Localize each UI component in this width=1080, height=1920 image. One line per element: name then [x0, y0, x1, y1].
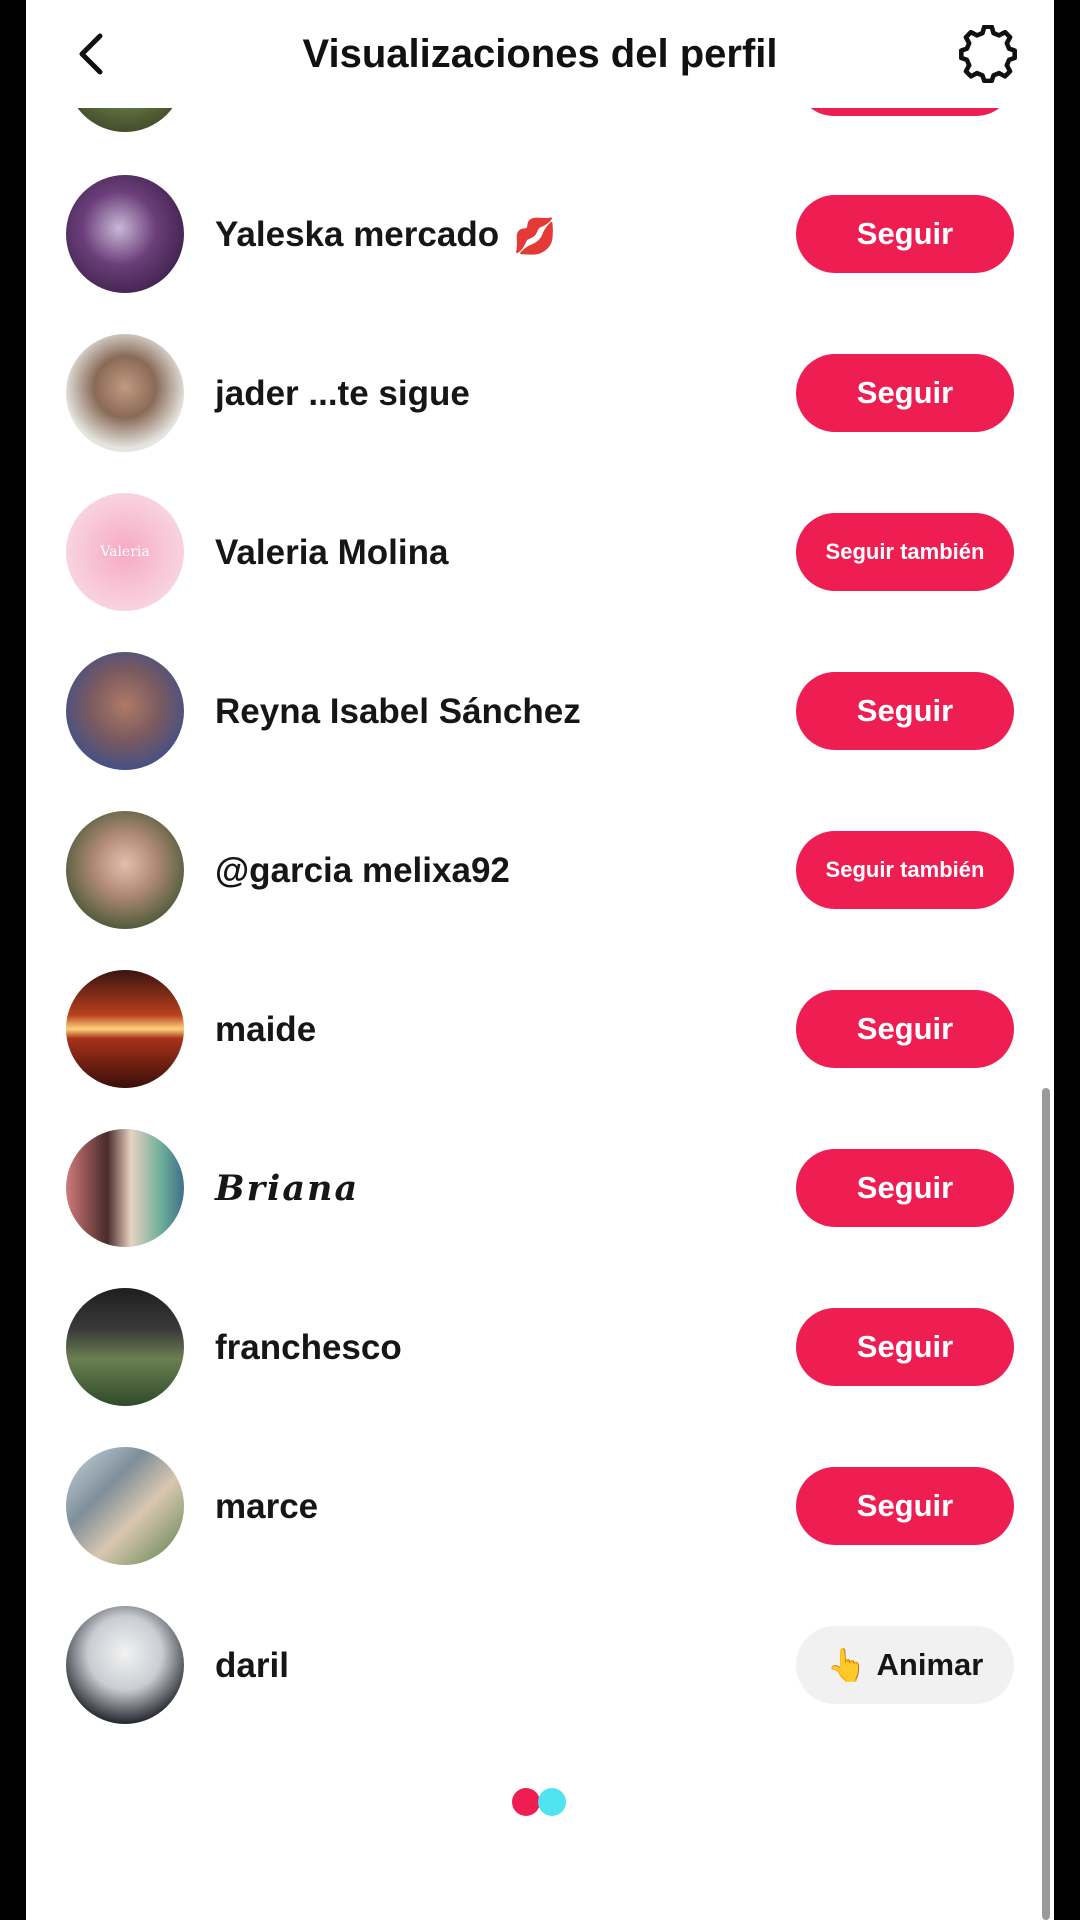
username[interactable]: Valeria Molina	[215, 525, 448, 581]
list-item[interactable]: franchesco Seguir	[26, 1268, 1054, 1427]
username[interactable]: daril	[215, 1638, 289, 1694]
avatar[interactable]	[66, 811, 184, 929]
settings-button[interactable]	[958, 24, 1018, 84]
username[interactable]: marce	[215, 1479, 318, 1535]
follow-button[interactable]: Seguir	[796, 1467, 1014, 1545]
username[interactable]: Briana	[215, 1161, 359, 1217]
list-item[interactable]: Briana Seguir	[26, 1109, 1054, 1268]
header: Visualizaciones del perfil	[26, 0, 1054, 108]
username[interactable]: @garcia melixa92	[215, 843, 510, 899]
profile-views-screen: Visualizaciones del perfil Yaleska merca…	[26, 0, 1054, 1920]
follow-button[interactable]: Seguir	[796, 1149, 1014, 1227]
avatar[interactable]	[66, 970, 184, 1088]
follow-button[interactable]: Seguir	[796, 990, 1014, 1068]
list-item[interactable]: Valeria Valeria Molina Seguir también	[26, 473, 1054, 632]
gear-icon	[959, 25, 1017, 83]
list-item[interactable]: @garcia melixa92 Seguir también	[26, 791, 1054, 950]
avatar[interactable]	[66, 1606, 184, 1724]
list-item[interactable]: maide Seguir	[26, 950, 1054, 1109]
loading-indicator	[512, 1788, 572, 1816]
chevron-left-icon	[79, 33, 103, 75]
back-button[interactable]	[64, 26, 120, 82]
username[interactable]: maide	[215, 1002, 316, 1058]
avatar[interactable]	[66, 1129, 184, 1247]
username[interactable]: jader ...te sigue	[215, 366, 470, 422]
list-item[interactable]: Reyna Isabel Sánchez Seguir	[26, 632, 1054, 791]
loading-dot	[538, 1788, 566, 1816]
list-item[interactable]: marce Seguir	[26, 1427, 1054, 1586]
username[interactable]: Yaleska mercado 💋	[215, 207, 557, 263]
loading-dot	[512, 1788, 540, 1816]
list-item[interactable]: jader ...te sigue Seguir	[26, 314, 1054, 473]
avatar[interactable]	[66, 1288, 184, 1406]
cheer-label: Animar	[876, 1647, 984, 1682]
avatar[interactable]	[66, 1447, 184, 1565]
avatar[interactable]	[66, 334, 184, 452]
pointing-hand-icon: 👆	[826, 1647, 867, 1683]
username[interactable]: franchesco	[215, 1320, 402, 1376]
follow-back-button[interactable]: Seguir también	[796, 831, 1014, 909]
cheer-button[interactable]: 👆 Animar	[796, 1626, 1014, 1704]
username[interactable]: Reyna Isabel Sánchez	[215, 684, 581, 740]
page-title: Visualizaciones del perfil	[302, 32, 778, 76]
scrollbar[interactable]	[1042, 1088, 1050, 1920]
follow-back-button[interactable]: Seguir también	[796, 513, 1014, 591]
avatar[interactable]	[66, 652, 184, 770]
lips-emoji-icon: 💋	[513, 216, 557, 256]
follow-button[interactable]: Seguir	[796, 195, 1014, 273]
avatar[interactable]: Valeria	[66, 493, 184, 611]
avatar[interactable]	[66, 175, 184, 293]
list-item[interactable]: daril 👆 Animar	[26, 1586, 1054, 1745]
follow-button[interactable]: Seguir	[796, 672, 1014, 750]
list-item[interactable]: Yaleska mercado 💋 Seguir	[26, 155, 1054, 314]
follow-button[interactable]: Seguir	[796, 1308, 1014, 1386]
follow-button[interactable]: Seguir	[796, 354, 1014, 432]
avatar-text: Valeria	[100, 544, 150, 560]
